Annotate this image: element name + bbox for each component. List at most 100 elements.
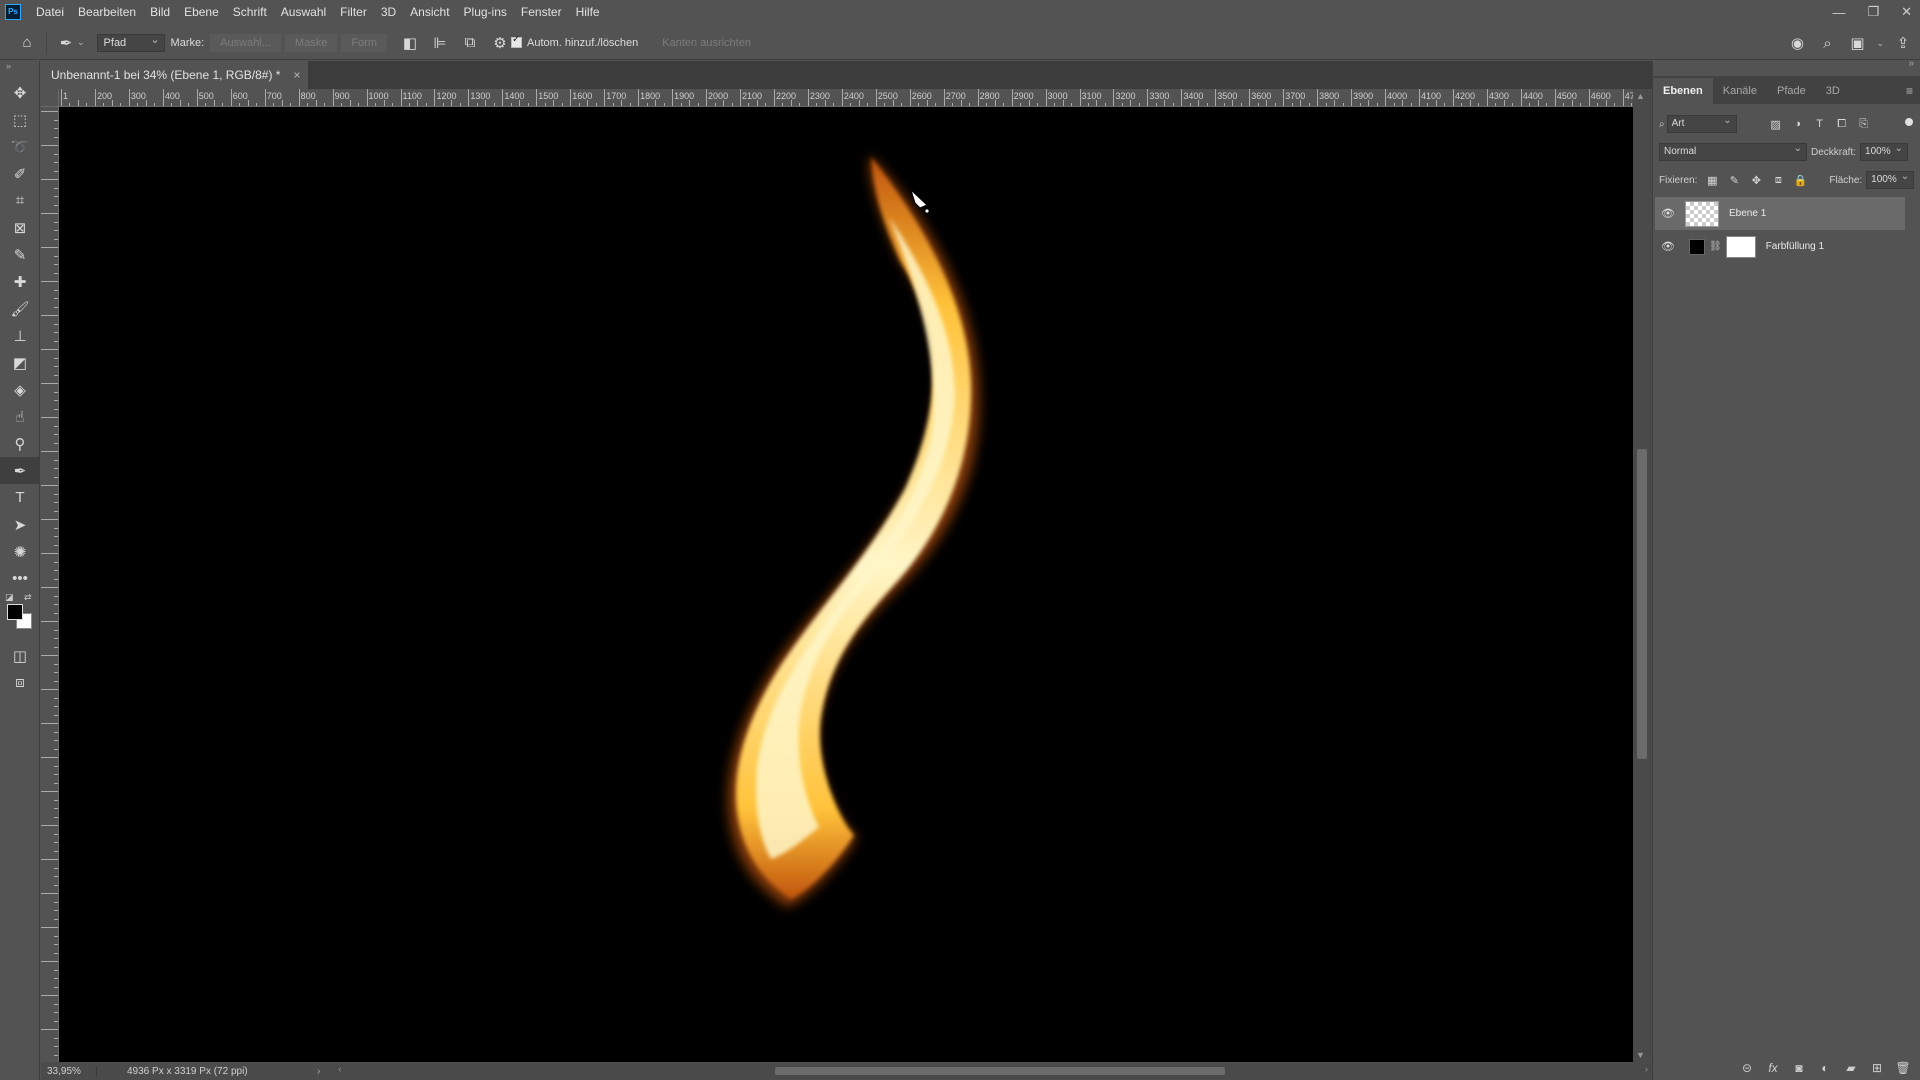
menu-datei[interactable]: Datei [29,0,71,24]
quick-mask-icon[interactable]: ◫ [0,642,40,669]
share-icon[interactable]: ⇪ [1892,32,1914,54]
lock-all-icon[interactable]: 🔒 [1789,174,1811,187]
new-layer-icon[interactable]: ⊞ [1867,1061,1887,1075]
align-edges-label[interactable]: Kanten ausrichten [662,37,751,49]
filter-toggle[interactable] [1905,118,1913,126]
menu-auswahl[interactable]: Auswahl [274,0,333,24]
menu-filter[interactable]: Filter [333,0,374,24]
frame-tool-icon[interactable]: ⊠ [0,214,40,241]
gear-icon[interactable]: ⚙ [489,32,511,54]
paint-bucket-tool-icon[interactable]: ◈ [0,376,40,403]
vertical-scrollbar[interactable]: ▲ ▼ [1633,89,1652,1062]
vertical-ruler[interactable] [41,107,59,1062]
visibility-eye-icon[interactable]: 👁 [1655,207,1681,220]
menu-schrift[interactable]: Schrift [226,0,274,24]
workspace-icon[interactable]: ▣ [1846,32,1868,54]
filter-pixel-icon[interactable]: ▨ [1765,118,1787,131]
foreground-color-swatch[interactable] [7,604,23,620]
eyedropper-tool-icon[interactable]: ✎ [0,241,40,268]
filter-kind-select[interactable]: Art [1666,113,1737,133]
brush-tool-icon[interactable]: 🖌 [0,295,40,322]
chevron-down-icon[interactable]: ▼ [1636,1050,1645,1060]
horizontal-scrollbar[interactable]: ‹ › [336,1064,1652,1078]
layer-mask-thumbnail[interactable] [1725,235,1756,258]
filter-type-icon[interactable]: T [1809,118,1831,130]
filter-smartobject-icon[interactable]: ⎘ [1853,118,1875,131]
fill-input[interactable]: 100% [1866,169,1915,189]
make-shape-button[interactable]: Form [341,33,387,52]
horizontal-ruler[interactable]: 1 200 300 400 500 600 700 800 900 1000 1100 1200 130… [59,89,1633,107]
make-mask-button[interactable]: Maske [284,33,338,52]
home-icon[interactable]: ⌂ [16,32,38,54]
layer-row[interactable]: 👁 Ebene 1 [1655,197,1905,230]
crop-tool-icon[interactable]: ⌗ [0,187,40,214]
layer-style-fx-icon[interactable]: fx [1763,1061,1783,1075]
path-arrangement-icon[interactable]: ⧉ [459,32,481,54]
healing-brush-tool-icon[interactable]: ✚ [0,268,40,295]
menu-hilfe[interactable]: Hilfe [569,0,607,24]
menu-3d[interactable]: 3D [374,0,403,24]
close-icon[interactable]: ✕ [1901,4,1912,20]
visibility-eye-icon[interactable]: 👁 [1655,240,1681,253]
chevron-right-icon[interactable]: › [1645,1064,1648,1074]
chevron-down-icon[interactable]: ⌄ [1876,38,1884,49]
opacity-input[interactable]: 100% [1860,141,1909,161]
collapse-panel-icon[interactable]: » [1908,58,1914,69]
chevron-down-icon[interactable]: ⌄ [77,37,85,48]
chevron-left-icon[interactable]: ‹ [338,1064,341,1074]
new-adjustment-icon[interactable]: ◐ [1815,1061,1835,1075]
shape-tool-icon[interactable]: ✺ [0,538,40,565]
zoom-level[interactable]: 33,95% [41,1065,97,1077]
lock-transparent-icon[interactable]: ▦ [1701,174,1723,187]
menu-fenster[interactable]: Fenster [514,0,569,24]
path-selection-tool-icon[interactable]: ➤ [0,511,40,538]
default-colors-icon[interactable]: ◪ [5,592,14,603]
screen-mode-icon[interactable]: ⧈ [0,669,40,696]
close-icon[interactable]: × [293,61,300,89]
type-tool-icon[interactable]: T [0,484,40,511]
auto-add-delete-checkbox[interactable] [511,34,522,48]
swap-colors-icon[interactable]: ⇄ [24,592,32,603]
link-chain-icon[interactable]: ⛓ [1709,241,1722,252]
vertical-scroll-thumb[interactable] [1637,449,1647,759]
add-mask-icon[interactable]: ◙ [1789,1061,1809,1075]
menu-ansicht[interactable]: Ansicht [403,0,456,24]
tab-pfade[interactable]: Pfade [1767,78,1816,104]
lock-position-icon[interactable]: ✥ [1745,174,1767,187]
path-alignment-icon[interactable]: ⊫ [429,32,451,54]
learn-icon[interactable]: ◉ [1786,32,1808,54]
pen-tool-icon[interactable]: ✒ [0,457,40,484]
quick-select-tool-icon[interactable]: ✐ [0,160,40,187]
pen-mode-select[interactable]: Pfad [96,32,165,52]
document-canvas[interactable] [59,107,1633,1062]
menu-bild[interactable]: Bild [143,0,177,24]
filter-shape-icon[interactable]: ⧠ [1831,118,1853,131]
layer-row[interactable]: 👁 ⛓ Farbfüllung 1 [1655,230,1905,263]
document-tab[interactable]: Unbenannt-1 bei 34% (Ebene 1, RGB/8#) * … [41,61,309,89]
filter-adjustment-icon[interactable]: ◑ [1787,118,1809,130]
dodge-tool-icon[interactable]: ⚲ [0,430,40,457]
marquee-tool-icon[interactable]: ⬚ [0,106,40,133]
clone-stamp-tool-icon[interactable]: ⊥ [0,322,40,349]
menu-bearbeiten[interactable]: Bearbeiten [71,0,143,24]
blend-mode-select[interactable]: Normal [1659,141,1807,161]
tab-3d[interactable]: 3D [1816,78,1850,104]
tab-ebenen[interactable]: Ebenen [1653,78,1713,104]
link-layers-icon[interactable]: ⊝ [1737,1061,1757,1075]
lasso-tool-icon[interactable]: ➰ [0,133,40,160]
move-tool-icon[interactable]: ✥ [0,79,40,106]
smudge-tool-icon[interactable]: ☝ [0,403,40,430]
trash-icon[interactable]: 🗑 [1893,1061,1913,1075]
horizontal-scroll-thumb[interactable] [775,1067,1226,1075]
lock-image-icon[interactable]: ✎ [1723,174,1745,187]
fill-color-thumbnail[interactable] [1689,238,1705,255]
more-tools-icon[interactable]: ••• [0,565,40,592]
chevron-up-icon[interactable]: ▲ [1636,91,1645,101]
pen-tool-preset-icon[interactable]: ✒ [55,32,77,54]
eraser-tool-icon[interactable]: ◩ [0,349,40,376]
menu-plugins[interactable]: Plug-ins [457,0,514,24]
make-selection-button[interactable]: Auswahl... [210,33,281,52]
search-icon[interactable]: ⌕ [1816,32,1838,54]
ruler-corner[interactable] [41,89,59,107]
minimize-icon[interactable]: — [1832,5,1845,20]
